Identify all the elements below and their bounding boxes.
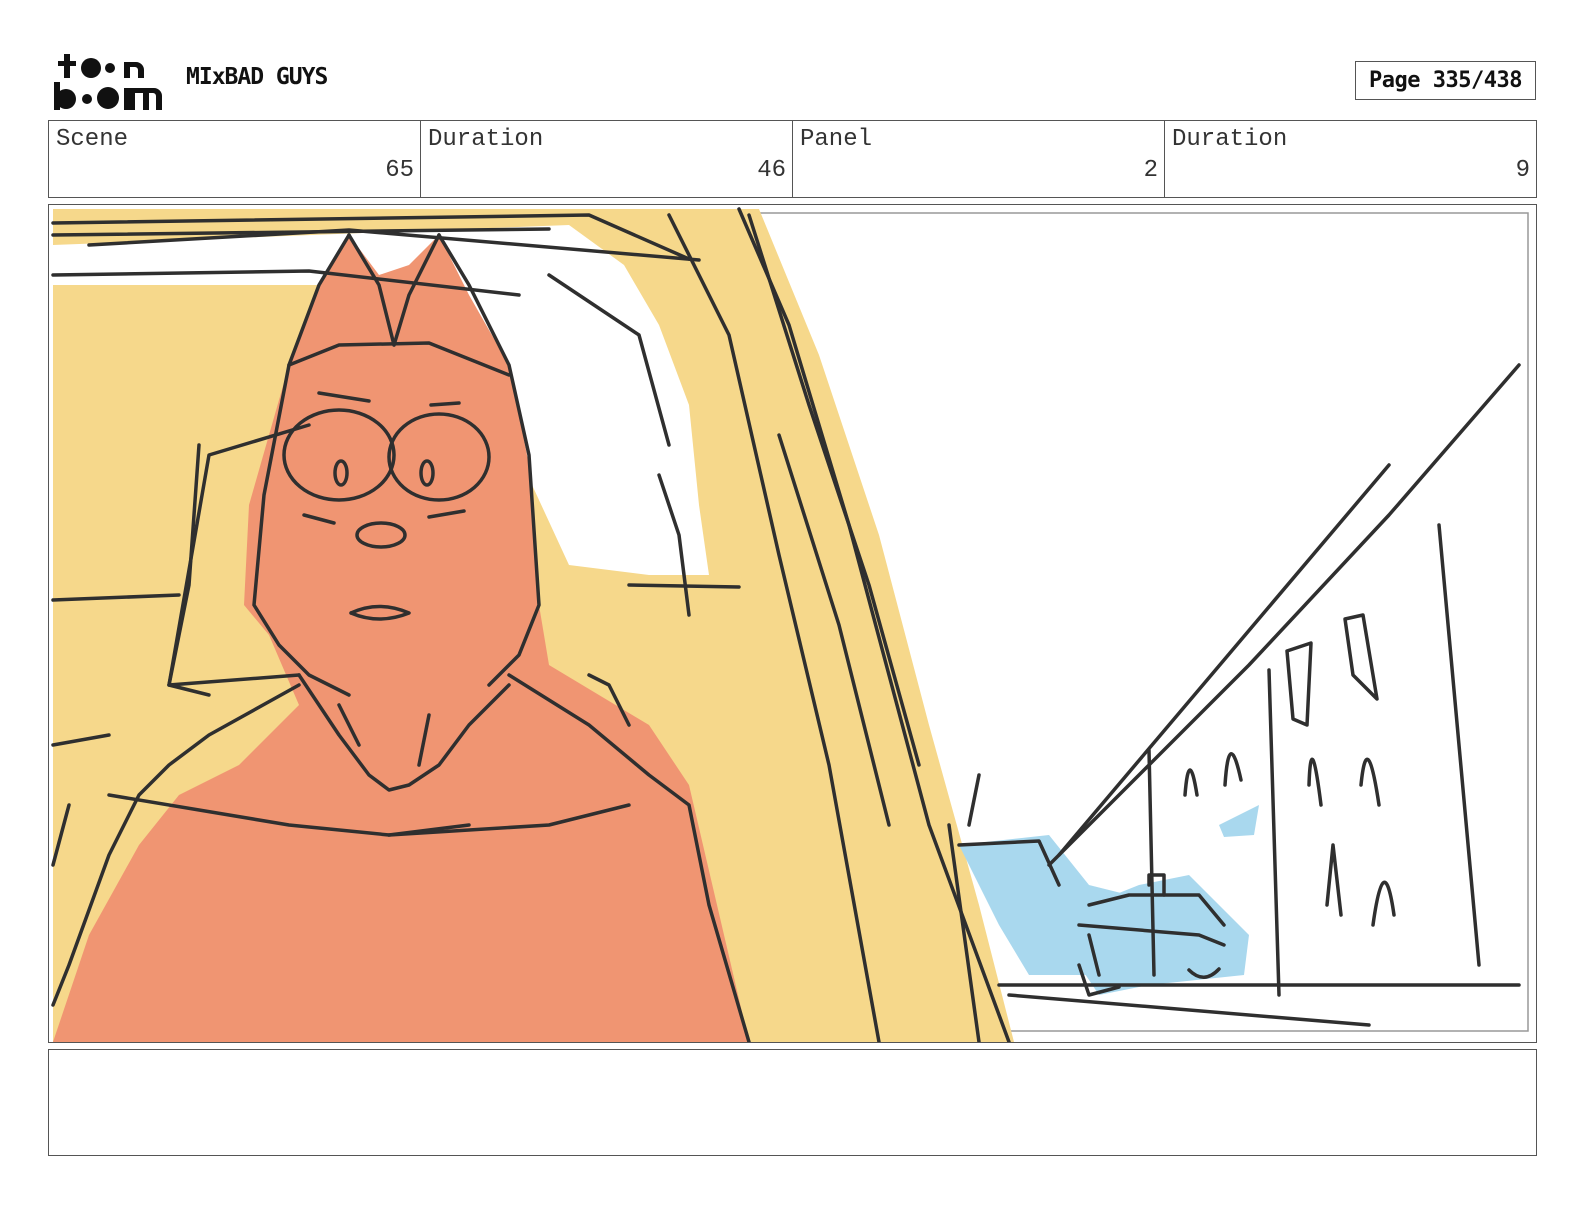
- storyboard-panel: [48, 204, 1537, 1043]
- panel-value: 2: [1143, 157, 1158, 184]
- scene-duration-cell: Duration 46: [421, 121, 793, 197]
- panel-duration-cell: Duration 9: [1165, 121, 1536, 197]
- panel-duration-value: 9: [1515, 157, 1530, 184]
- storyboard-sketch-image: [51, 207, 1529, 1042]
- scene-cell: Scene 65: [49, 121, 421, 197]
- scene-info-row: Scene 65 Duration 46 Panel 2 Duration 9: [48, 120, 1537, 198]
- page-indicator: Page 335/438: [1355, 61, 1536, 100]
- panel-cell: Panel 2: [793, 121, 1165, 197]
- project-title: MIxBAD GUYS: [186, 64, 328, 90]
- toon-boom-logo: [52, 52, 164, 110]
- scene-value: 65: [385, 157, 414, 184]
- scene-duration-label: Duration: [428, 126, 544, 153]
- panel-label: Panel: [800, 126, 873, 153]
- panel-notes-area: [48, 1049, 1537, 1156]
- panel-duration-label: Duration: [1172, 126, 1288, 153]
- scene-duration-value: 46: [757, 157, 786, 184]
- scene-label: Scene: [56, 126, 129, 153]
